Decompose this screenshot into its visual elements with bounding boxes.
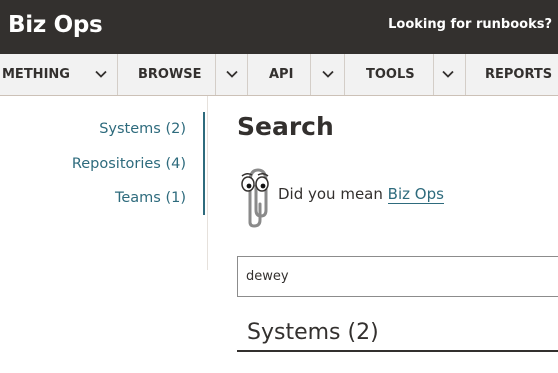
did-you-mean: Did you mean Biz Ops	[278, 185, 444, 204]
nav-item-something[interactable]: METHING	[2, 67, 70, 82]
nav-divider	[344, 54, 345, 95]
did-you-mean-prefix: Did you mean	[278, 185, 383, 203]
page-title: Search	[237, 112, 334, 141]
paperclip-assistant-icon	[238, 164, 272, 228]
suggestion-link[interactable]: Biz Ops	[387, 185, 444, 204]
chevron-down-icon[interactable]	[93, 66, 109, 82]
runbooks-link[interactable]: Looking for runbooks?	[388, 17, 552, 32]
brand-logo[interactable]: Biz Ops	[8, 12, 103, 38]
section-title-systems: Systems (2)	[247, 320, 379, 345]
results-sidebar: Systems (2) Repositories (4) Teams (1)	[0, 96, 208, 270]
nav-divider	[310, 54, 311, 95]
nav-item-browse[interactable]: BROWSE	[138, 67, 202, 82]
sidebar-item-repositories[interactable]: Repositories (4)	[72, 156, 186, 172]
chevron-down-icon[interactable]	[320, 66, 336, 82]
chevron-down-icon[interactable]	[224, 66, 240, 82]
nav-item-tools[interactable]: TOOLS	[366, 67, 415, 82]
top-header: Biz Ops Looking for runbooks?	[0, 0, 558, 54]
chevron-down-icon[interactable]	[440, 66, 456, 82]
sidebar-accent-bar	[203, 112, 205, 215]
section-divider	[237, 350, 558, 352]
nav-item-api[interactable]: API	[269, 67, 293, 82]
nav-divider	[465, 54, 466, 95]
nav-divider	[433, 54, 434, 95]
sidebar-item-teams[interactable]: Teams (1)	[115, 190, 186, 206]
main-nav: METHING BROWSE API TOOLS REPORTS	[0, 54, 558, 96]
nav-divider	[247, 54, 248, 95]
nav-divider	[215, 54, 216, 95]
nav-divider	[117, 54, 118, 95]
search-input[interactable]	[237, 256, 558, 297]
sidebar-item-systems[interactable]: Systems (2)	[99, 121, 186, 137]
nav-item-reports[interactable]: REPORTS	[485, 67, 552, 82]
